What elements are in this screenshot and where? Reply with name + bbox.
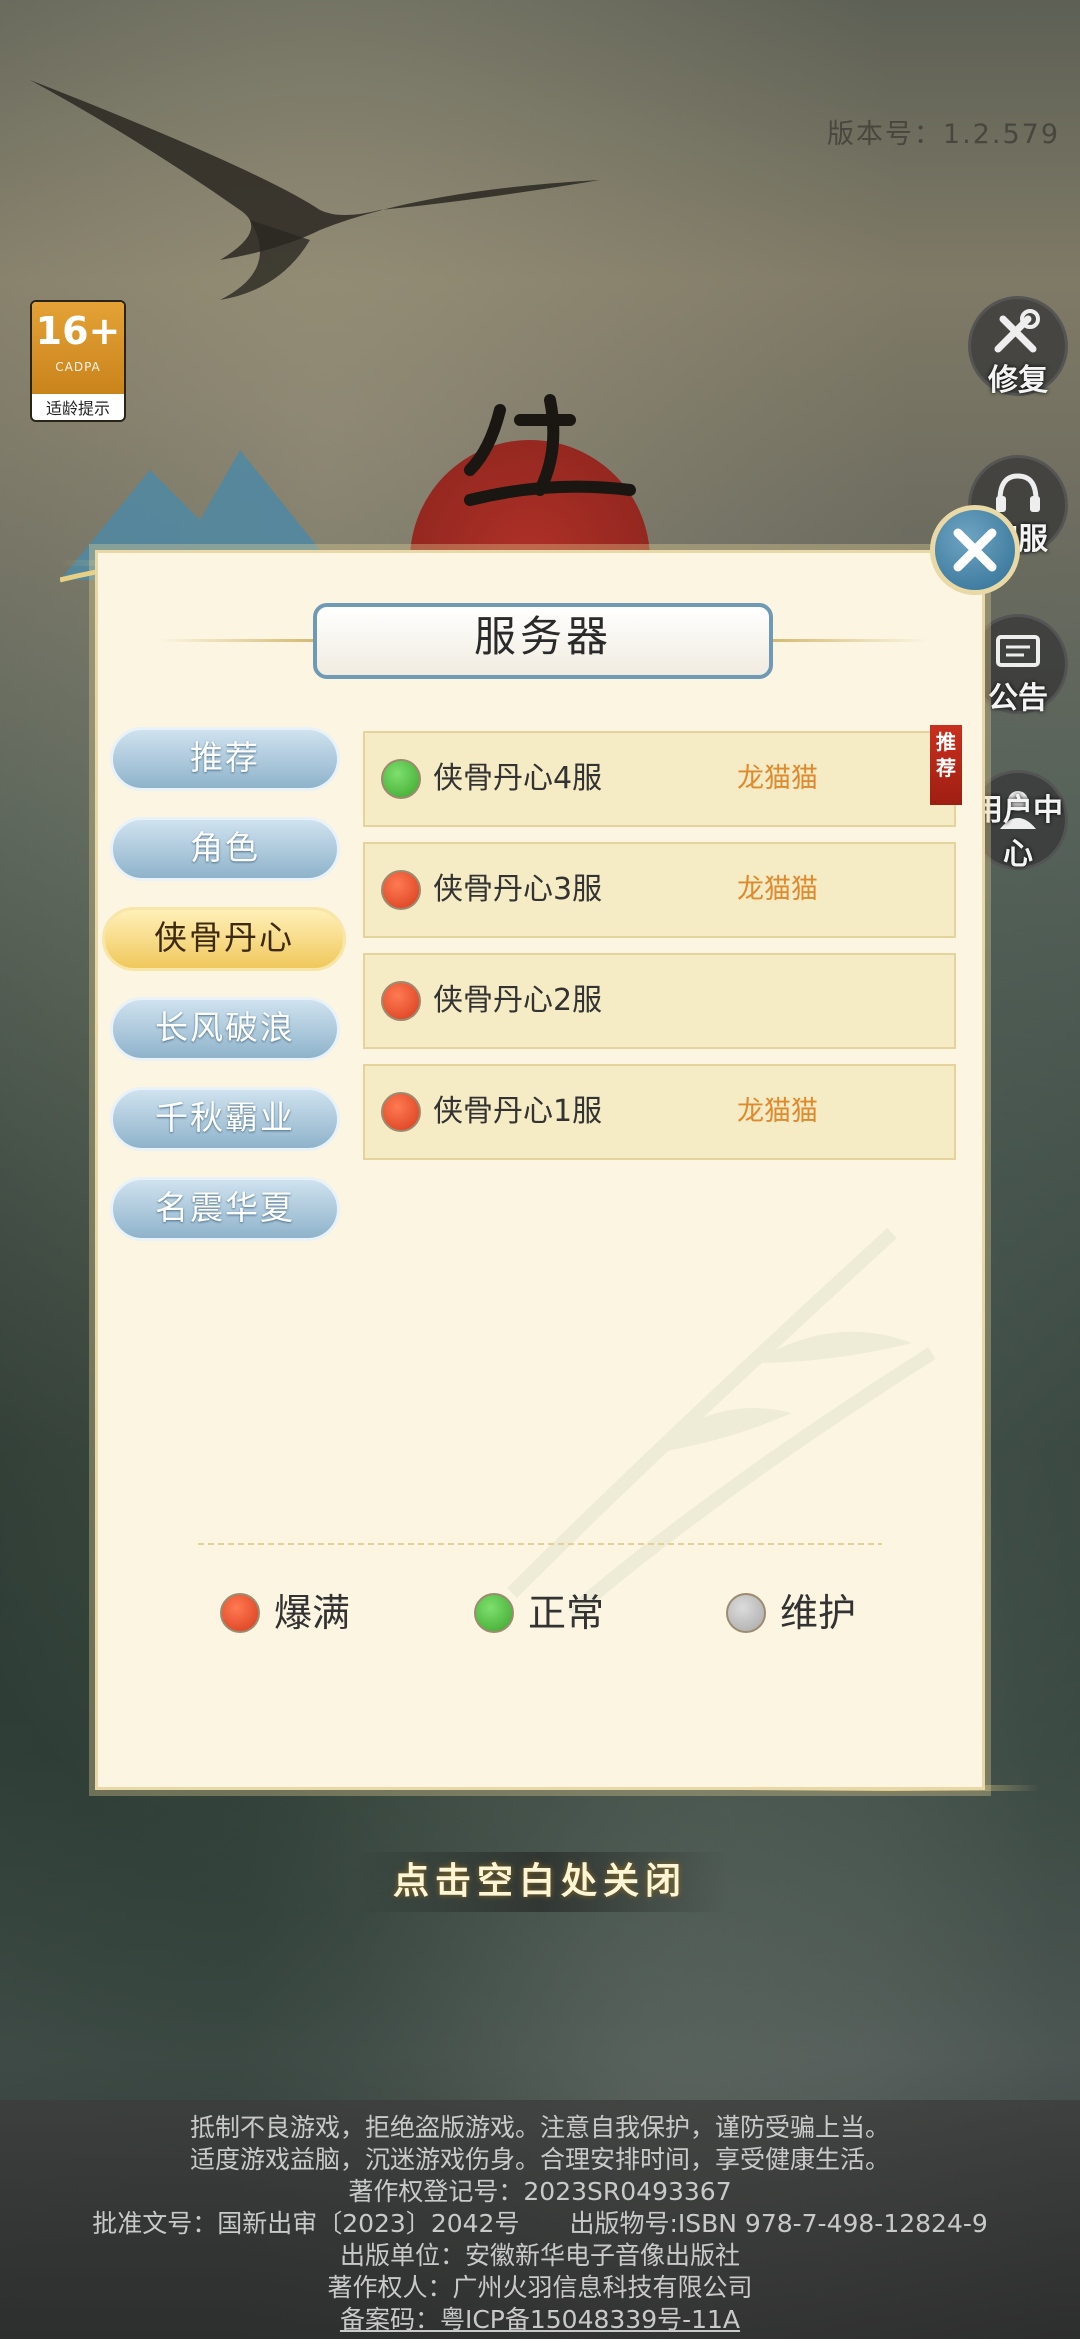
footer-approval-isbn: 批准文号：国新出审〔2023〕2042号 出版物号:ISBN 978-7-498… [92, 2209, 988, 2238]
server-item-4[interactable]: 侠骨丹心4服 龙猫猫 推荐 [363, 725, 962, 827]
age-rating-badge[interactable]: 16+ CADPA 适龄提示 [30, 300, 126, 422]
legend-full-label: 爆满 [274, 1591, 351, 1635]
repair-label: 修复 [988, 363, 1048, 398]
title-ornament-left [158, 639, 318, 642]
status-full-dot [381, 1092, 421, 1132]
dialog-title: 服务器 [473, 612, 612, 661]
wrench-screwdriver-icon [994, 309, 1040, 353]
server-item-2[interactable]: 侠骨丹心2服 [363, 953, 956, 1049]
age-rating-caption: 适龄提示 [45, 399, 110, 418]
age-rating-number: 16+ [35, 309, 121, 353]
status-maintenance-dot [726, 1593, 766, 1633]
dialog-title-plate: 服务器 [313, 603, 773, 679]
category-tab-recommended[interactable]: 推荐 [110, 727, 340, 791]
server-name: 侠骨丹心4服 [433, 761, 603, 796]
legend-maintenance-label: 维护 [780, 1591, 857, 1635]
server-name: 侠骨丹心2服 [433, 983, 603, 1018]
footer-line-1: 抵制不良游戏，拒绝盗版游戏。注意自我保护，谨防受骗上当。 [189, 2113, 890, 2142]
status-full-dot [381, 870, 421, 910]
title-ornament-right [768, 639, 928, 642]
age-rating-org: CADPA [55, 360, 101, 374]
legal-footer: 抵制不良游戏，拒绝盗版游戏。注意自我保护，谨防受骗上当。 适度游戏益脑，沉迷游戏… [0, 2100, 1080, 2339]
bamboo-watermark [507, 1227, 936, 1619]
category-tab-mingzhen-huaxia[interactable]: 名震华夏 [110, 1177, 340, 1241]
footer-publisher: 出版单位：安徽新华电子音像出版社 [339, 2241, 740, 2270]
server-owner: 龙猫猫 [737, 763, 818, 794]
eagle-illustration [30, 80, 600, 300]
footer-copyright-owner: 著作权人：广州火羽信息科技有限公司 [327, 2273, 753, 2302]
category-tab-qianqiu-baye[interactable]: 千秋霸业 [110, 1087, 340, 1151]
status-normal-dot [474, 1593, 514, 1633]
category-tab-xiagu-danxin[interactable]: 侠骨丹心 [102, 907, 346, 971]
user-center-label: 用户中心 [973, 793, 1063, 872]
server-name: 侠骨丹心3服 [433, 872, 603, 907]
status-normal-dot [381, 759, 421, 799]
footer-copyright-reg: 著作权登记号：2023SR0493367 [348, 2177, 732, 2206]
category-tab-roles[interactable]: 角色 [110, 817, 340, 881]
close-button[interactable] [930, 505, 1020, 595]
status-full-dot [220, 1593, 260, 1633]
category-tab-changfeng-polang[interactable]: 长风破浪 [110, 997, 340, 1061]
server-owner: 龙猫猫 [737, 874, 818, 905]
server-item-3[interactable]: 侠骨丹心3服 龙猫猫 [363, 842, 956, 938]
legend-divider [198, 1543, 882, 1545]
server-select-dialog[interactable]: 服务器 推荐 角色 侠骨丹心 长风破浪 千秋霸业 名震华夏 侠骨丹心4服 龙猫猫… [95, 550, 985, 1790]
board-icon [996, 635, 1040, 667]
tap-blank-to-close-hint[interactable]: 点击空白处关闭 [350, 1852, 730, 1912]
footer-icp-link[interactable]: 备案码：粤ICP备15048339号-11A [0, 2300, 1080, 2336]
legend-normal-label: 正常 [528, 1591, 605, 1635]
status-full-dot [381, 981, 421, 1021]
announcement-label: 公告 [988, 681, 1048, 716]
repair-button[interactable]: 修复 [968, 296, 1068, 398]
server-owner: 龙猫猫 [737, 1096, 818, 1127]
server-name: 侠骨丹心1服 [433, 1094, 603, 1129]
version-label: 版本号：1.2.579 [826, 119, 1060, 150]
game-logo-calligraphy [464, 394, 636, 506]
server-item-1[interactable]: 侠骨丹心1服 龙猫猫 [363, 1064, 956, 1160]
footer-line-2: 适度游戏益脑，沉迷游戏伤身。合理安排时间，享受健康生活。 [189, 2145, 890, 2174]
recommended-tag: 推荐 [930, 725, 962, 805]
close-icon [953, 528, 997, 572]
